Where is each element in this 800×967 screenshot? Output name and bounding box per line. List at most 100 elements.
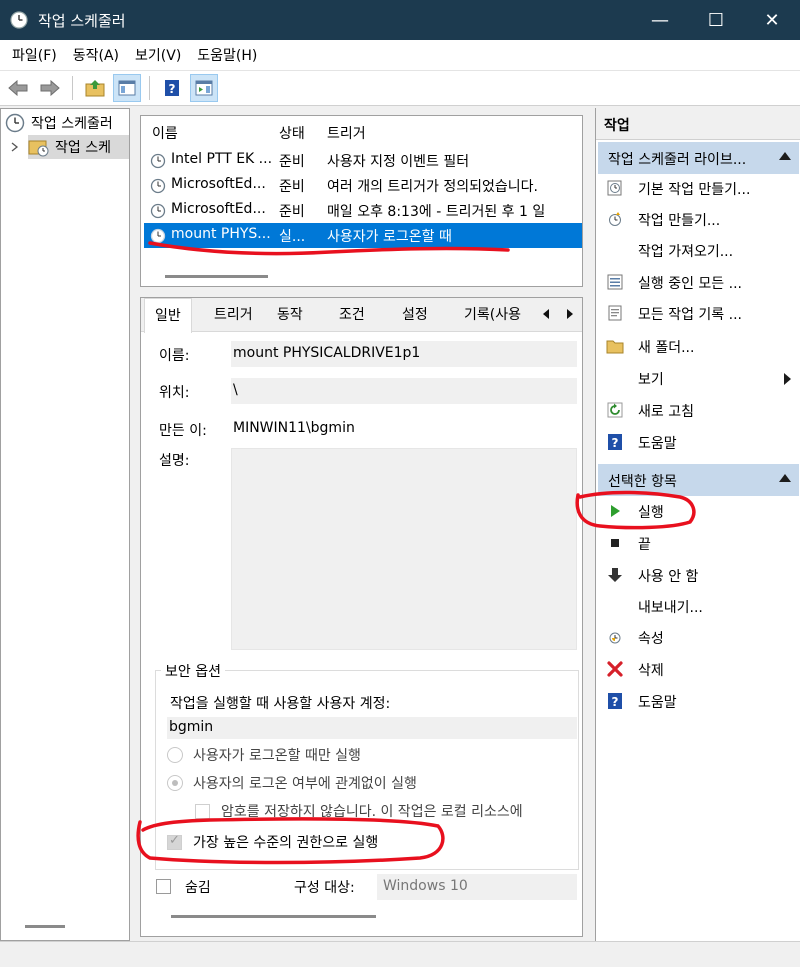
tab-scroll-right-icon[interactable] [559, 303, 581, 325]
task-clock-icon [150, 228, 166, 244]
history-icon [606, 304, 624, 322]
minimize-button[interactable]: — [632, 0, 688, 40]
tree-horizontal-scrollbar[interactable] [25, 925, 65, 928]
show-hide-action-pane-button[interactable] [190, 74, 218, 102]
action-export[interactable]: 내보내기... [596, 592, 800, 620]
collapse-triangle-icon[interactable] [779, 152, 791, 160]
task-list-horizontal-scrollbar[interactable] [165, 275, 268, 278]
configure-for-select[interactable]: Windows 10 [377, 874, 577, 900]
table-row[interactable]: Intel PTT EK ... 준비 사용자 지정 이벤트 필터 [144, 148, 582, 173]
run-only-when-logged-on-label: 사용자가 로그온할 때만 실행 [193, 748, 361, 764]
selected-item-actions-header[interactable]: 선택한 항목 [598, 464, 799, 496]
close-button[interactable]: ✕ [744, 0, 800, 40]
expand-chevron-icon[interactable] [11, 135, 19, 159]
do-not-store-password-label: 암호를 저장하지 않습니다. 이 작업은 로컬 리소스에 [221, 804, 523, 820]
location-field[interactable]: \ [231, 378, 577, 404]
task-triggers: 사용자가 로그온할 때 [327, 229, 452, 245]
up-folder-button[interactable] [81, 74, 109, 102]
run-with-highest-privileges-checkbox[interactable] [167, 833, 182, 850]
task-clock-icon [150, 203, 166, 219]
action-import-task[interactable]: 작업 가져오기... [596, 236, 800, 264]
menu-action[interactable]: 동작(A) [65, 45, 127, 65]
action-end[interactable]: 끝 [596, 529, 800, 557]
action-label: 끝 [638, 537, 651, 553]
console-tree-icon [118, 80, 136, 96]
refresh-icon [606, 401, 624, 419]
create-task-icon [606, 210, 624, 228]
tab-triggers[interactable]: 트리거 [214, 304, 253, 324]
configure-for-label: 구성 대상: [294, 880, 355, 896]
action-delete[interactable]: 삭제 [596, 655, 800, 683]
title-bar: 작업 스케줄러 — ☐ ✕ [0, 0, 800, 40]
column-header-name[interactable]: 이름 [152, 123, 178, 143]
svg-text:?: ? [169, 82, 176, 96]
action-display-running-tasks[interactable]: 실행 중인 모든 ... [596, 268, 800, 296]
table-row[interactable]: MicrosoftEd... 준비 매일 오후 8:13에 - 트리거된 후 1… [144, 198, 582, 223]
tab-scroll-left-icon[interactable] [535, 303, 557, 325]
tab-actions[interactable]: 동작 [277, 304, 303, 324]
action-properties[interactable]: 속성 [596, 623, 800, 651]
help-icon: ? [165, 80, 179, 96]
action-help[interactable]: ? 도움말 [596, 428, 800, 456]
tree-item-label: 작업 스케줄러 [31, 116, 113, 132]
task-status: 준비 [279, 204, 305, 220]
do-not-store-password-checkbox[interactable] [195, 804, 210, 819]
tab-settings[interactable]: 설정 [402, 304, 428, 324]
name-field[interactable]: mount PHYSICALDRIVE1p1 [231, 341, 577, 367]
action-pane: 작업 작업 스케줄러 라이브... 기본 작업 만들기... 작업 만들기...… [595, 108, 800, 941]
action-enable-all-history[interactable]: 모든 작업 기록 ... [596, 299, 800, 327]
description-field[interactable] [231, 448, 577, 650]
run-whether-logged-on-radio[interactable] [167, 775, 183, 791]
maximize-button[interactable]: ☐ [688, 0, 744, 40]
action-create-basic-task[interactable]: 기본 작업 만들기... [596, 174, 800, 202]
action-label: 모든 작업 기록 ... [638, 307, 742, 323]
task-name: MicrosoftEd... [171, 176, 266, 192]
table-row-selected[interactable]: mount PHYS... 실... 사용자가 로그온할 때 [144, 223, 582, 248]
detail-horizontal-scrollbar[interactable] [171, 915, 376, 918]
description-label: 설명: [159, 453, 190, 469]
author-field[interactable]: MINWIN11\bgmin [231, 416, 577, 442]
action-run[interactable]: 실행 [596, 497, 800, 525]
action-label: 기본 작업 만들기... [638, 182, 751, 198]
task-name: Intel PTT EK ... [171, 151, 273, 167]
menu-bar: 파일(F) 동작(A) 보기(V) 도움말(H) [0, 40, 800, 70]
action-disable[interactable]: 사용 안 함 [596, 561, 800, 589]
tab-history[interactable]: 기록(사용 [464, 304, 521, 324]
show-hide-console-tree-button[interactable] [113, 74, 141, 102]
forward-button[interactable] [36, 74, 64, 102]
name-label: 이름: [159, 348, 190, 364]
action-new-folder[interactable]: 새 폴더... [596, 332, 800, 360]
column-header-triggers[interactable]: 트리거 [327, 123, 366, 143]
task-name: mount PHYS... [171, 226, 271, 242]
run-icon [606, 502, 624, 520]
table-row[interactable]: MicrosoftEd... 준비 여러 개의 트리거가 정의되었습니다. [144, 173, 582, 198]
menu-help[interactable]: 도움말(H) [189, 45, 265, 65]
location-label: 위치: [159, 385, 190, 401]
help-button[interactable]: ? [158, 74, 186, 102]
tree-item-task-scheduler-root[interactable]: 작업 스케줄러 [5, 111, 113, 135]
menu-file[interactable]: 파일(F) [4, 45, 65, 65]
menu-view[interactable]: 보기(V) [127, 45, 189, 65]
tab-conditions[interactable]: 조건 [339, 304, 365, 324]
run-as-account-field: bgmin [167, 717, 577, 739]
task-list-header: 이름 상태 트리거 [141, 116, 582, 148]
task-list: 이름 상태 트리거 Intel PTT EK ... 준비 사용자 지정 이벤트… [140, 115, 583, 287]
tree-item-task-scheduler-library[interactable]: 작업 스케 [28, 135, 129, 159]
action-refresh[interactable]: 새로 고침 [596, 396, 800, 424]
action-create-task[interactable]: 작업 만들기... [596, 205, 800, 233]
action-label: 도움말 [638, 436, 677, 452]
run-only-when-logged-on-radio[interactable] [167, 747, 183, 763]
hidden-label: 숨김 [185, 880, 211, 896]
action-help-selected[interactable]: ? 도움말 [596, 687, 800, 715]
selected-item-actions-header-label: 선택한 항목 [608, 474, 677, 490]
tab-general[interactable]: 일반 [144, 298, 192, 333]
collapse-triangle-icon[interactable] [779, 474, 791, 482]
task-name: MicrosoftEd... [171, 201, 266, 217]
hidden-checkbox[interactable] [156, 879, 171, 894]
back-button[interactable] [4, 74, 32, 102]
column-header-status[interactable]: 상태 [279, 123, 305, 143]
action-label: 작업 가져오기... [638, 244, 734, 260]
library-actions-header[interactable]: 작업 스케줄러 라이브... [598, 142, 799, 174]
action-view[interactable]: 보기 [596, 364, 800, 392]
tree-item-label: 작업 스케 [55, 140, 111, 156]
